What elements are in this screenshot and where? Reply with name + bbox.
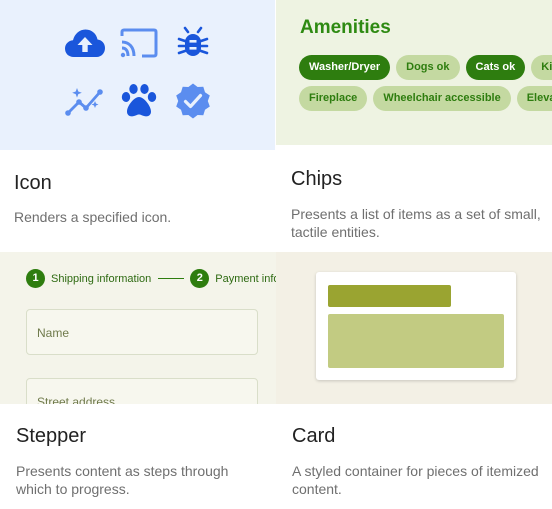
step-number: 2 <box>190 269 210 288</box>
card-header-placeholder <box>328 285 451 307</box>
chip-cats-ok[interactable]: Cats ok <box>465 55 526 80</box>
insights-icon <box>58 82 112 120</box>
street-address-placeholder: Street address <box>37 395 116 404</box>
stepper-component-tile[interactable]: 1 Shipping information 2 Payment informa… <box>0 252 276 509</box>
chip-fireplace[interactable]: Fireplace <box>299 86 368 111</box>
tile-description: Presents a list of items as a set of sma… <box>291 206 541 240</box>
chip-row: Washer/Dryer Dogs ok Cats ok Kitchen <box>299 55 552 80</box>
bug-icon <box>166 24 220 62</box>
tile-title: Icon <box>14 172 52 194</box>
tile-description: Renders a specified icon. <box>14 209 172 225</box>
step-label[interactable]: Payment information <box>215 273 276 285</box>
street-address-field[interactable]: Street address <box>26 378 258 404</box>
stepper-preview: 1 Shipping information 2 Payment informa… <box>0 252 276 404</box>
chip-elevator[interactable]: Elevator <box>516 86 552 111</box>
chip-washer-dryer[interactable]: Washer/Dryer <box>299 55 391 80</box>
card-component-tile[interactable]: Card A styled container for pieces of it… <box>276 252 552 509</box>
chips-component-tile[interactable]: Amenities Washer/Dryer Dogs ok Cats ok K… <box>276 0 552 250</box>
stepper-header: 1 Shipping information 2 Payment informa… <box>26 269 276 288</box>
tile-title: Card <box>292 425 336 447</box>
tile-description: A styled container for pieces of itemize… <box>292 463 539 497</box>
card-body-placeholder <box>328 314 504 368</box>
cast-icon <box>112 24 166 62</box>
chip-row: Fireplace Wheelchair accessible Elevator <box>299 86 552 111</box>
chip-dogs-ok[interactable]: Dogs ok <box>396 55 460 80</box>
chips-heading: Amenities <box>300 17 391 38</box>
verified-badge-icon <box>166 82 220 120</box>
card-illustration <box>316 272 516 380</box>
name-field[interactable]: Name <box>26 309 258 355</box>
chip-wheelchair-accessible[interactable]: Wheelchair accessible <box>373 86 511 111</box>
paw-icon <box>112 82 166 120</box>
chip-kitchen[interactable]: Kitchen <box>531 55 552 80</box>
step-label[interactable]: Shipping information <box>51 273 151 285</box>
step-connector <box>158 278 185 279</box>
card-preview <box>276 252 552 404</box>
step-number: 1 <box>26 269 45 288</box>
icon-grid <box>58 24 220 120</box>
tile-title: Stepper <box>16 425 87 447</box>
cloud-upload-icon <box>58 24 112 62</box>
tile-title: Chips <box>291 168 343 190</box>
icon-component-tile[interactable]: Icon Renders a specified icon. <box>0 0 276 250</box>
name-placeholder: Name <box>37 326 70 340</box>
icon-preview <box>0 0 276 150</box>
chips-preview: Amenities Washer/Dryer Dogs ok Cats ok K… <box>276 0 552 145</box>
tile-description: Presents content as steps through which … <box>16 463 229 497</box>
